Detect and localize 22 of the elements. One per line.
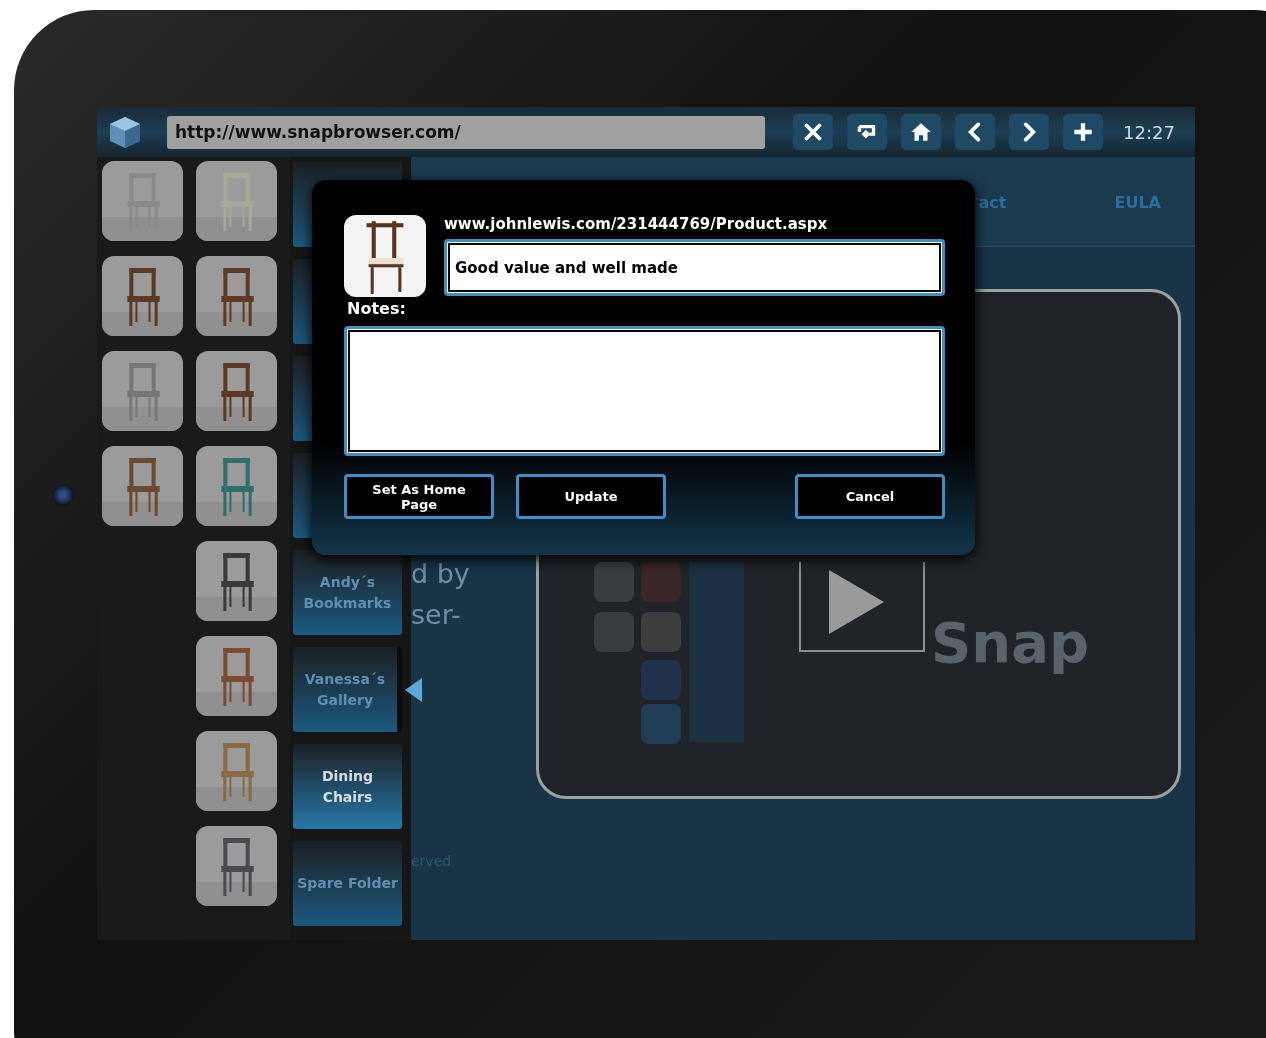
folder-tab[interactable]: Dining Chairs — [293, 744, 402, 829]
text-line: d by — [411, 557, 471, 591]
camera-icon — [52, 484, 74, 506]
return-button[interactable] — [847, 114, 887, 150]
folder-tab[interactable]: Andy´s Bookmarks — [293, 550, 402, 635]
notes-label: Notes: — [347, 299, 407, 318]
clock-time: 12:27 — [1123, 121, 1175, 143]
close-button[interactable] — [793, 114, 833, 150]
dialog-button[interactable]: Cancel — [795, 474, 945, 519]
address-bar[interactable]: http://www.snapbrowser.com/ — [167, 115, 765, 149]
title-field[interactable]: Good value and well made — [444, 239, 945, 296]
text-line: ser- — [411, 598, 462, 632]
logo-text: Snap — [931, 610, 1090, 675]
dialog-button[interactable]: Update — [516, 474, 666, 519]
forward-button[interactable] — [1009, 114, 1049, 150]
cube-logo-icon — [107, 114, 143, 150]
product-url: www.johnlewis.com/231444769/Product.aspx — [444, 215, 829, 233]
dialog-button[interactable]: Set As Home Page — [344, 474, 494, 519]
plus-button[interactable] — [1063, 114, 1103, 150]
home-button[interactable] — [901, 114, 941, 150]
back-button[interactable] — [955, 114, 995, 150]
notes-field[interactable] — [344, 326, 945, 456]
